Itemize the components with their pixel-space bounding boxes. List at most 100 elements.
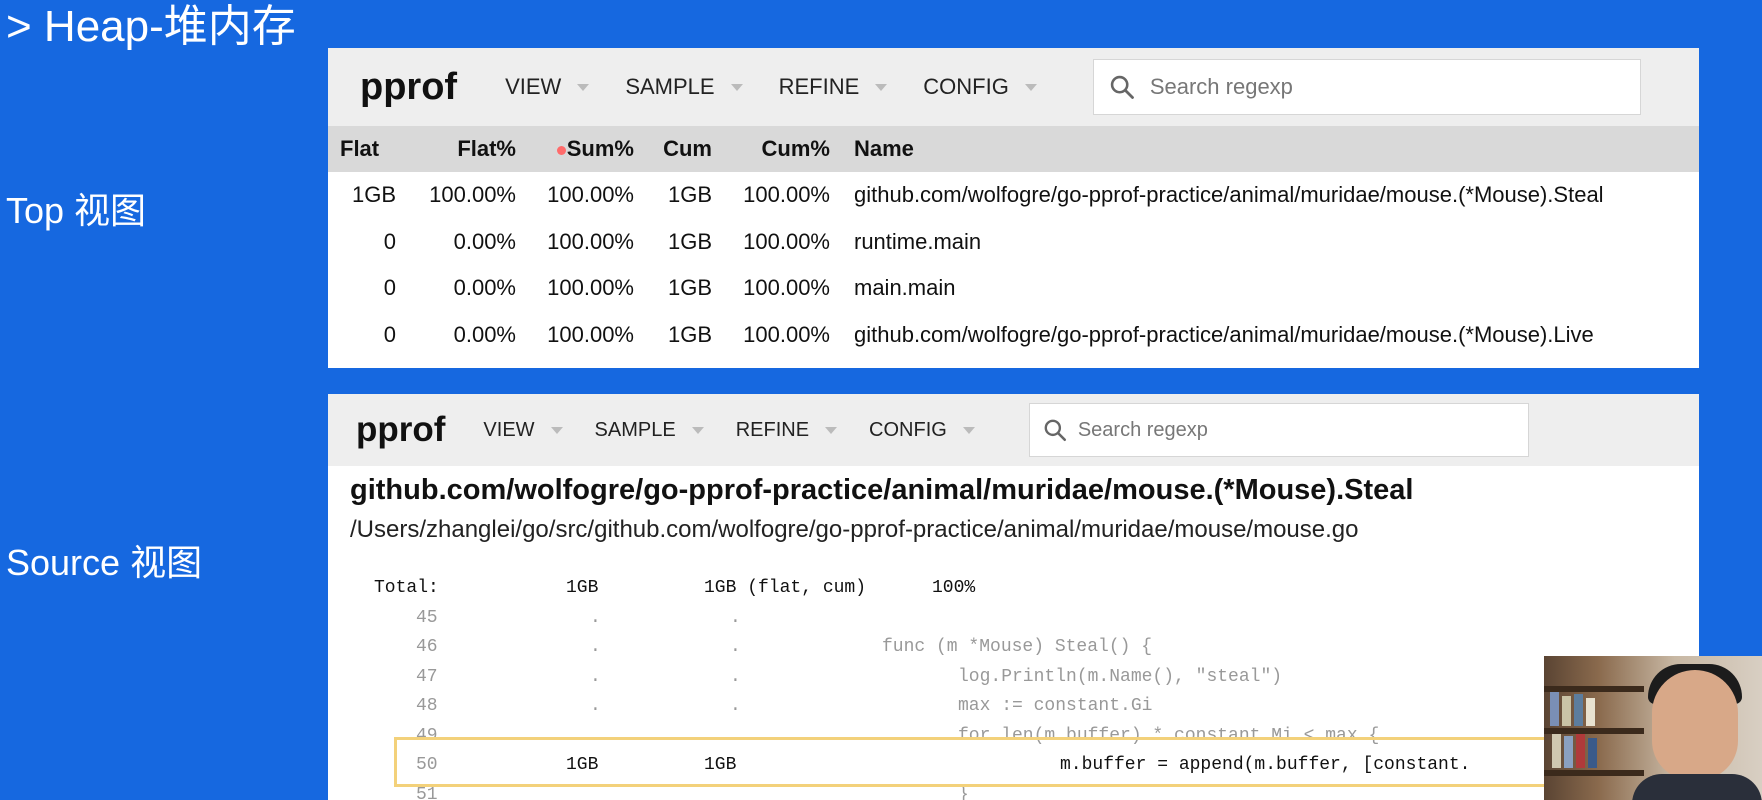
source-line: 51 } [328, 781, 1699, 800]
refine-menu[interactable]: REFINE [736, 419, 838, 442]
search-placeholder: Search regexp [1077, 418, 1208, 441]
cell-cum-pct: 100.00% [743, 228, 830, 254]
view-menu[interactable]: VIEW [483, 419, 563, 442]
cell-flat-pct: 0.00% [453, 228, 516, 254]
column-header-name[interactable]: Name [830, 126, 1699, 172]
book [1588, 738, 1597, 768]
cell-cum: 1GB [667, 182, 712, 208]
line-cum: . [730, 725, 741, 746]
book [1562, 696, 1571, 726]
chevron-down-icon [730, 83, 743, 91]
book [1564, 736, 1573, 768]
book [1574, 694, 1583, 726]
chevron-down-icon [962, 426, 975, 434]
config-menu[interactable]: CONFIG [869, 419, 975, 442]
chevron-down-icon [577, 83, 590, 91]
column-header-flat[interactable]: Flat [328, 126, 396, 172]
cell-cum-pct: 100.00% [743, 182, 830, 208]
source-line: 49 . . for len(m.buffer) * constant.Mi <… [328, 722, 1699, 752]
source-listing: Total: 1GB 1GB (flat, cum) 100% 45 . . 4… [328, 574, 1699, 800]
total-pct: 100% [932, 578, 976, 598]
cell-sum-pct: 100.00% [547, 275, 634, 301]
search-input[interactable]: Search regexp [1092, 59, 1641, 115]
refine-menu-label: REFINE [778, 74, 860, 99]
config-menu[interactable]: CONFIG [923, 74, 1037, 100]
cell-sum-pct: 100.00% [547, 228, 634, 254]
sample-menu[interactable]: SAMPLE [625, 74, 743, 100]
sample-menu-label: SAMPLE [625, 74, 715, 99]
line-number: 45 [416, 607, 438, 628]
search-input[interactable]: Search regexp [1028, 403, 1529, 457]
line-number: 51 [416, 784, 438, 800]
chevron-down-icon [550, 426, 563, 434]
pprof-logo[interactable]: pprof [356, 410, 445, 450]
pprof-toolbar: pprof VIEW SAMPLE REFINE CONFIG Search r… [328, 394, 1699, 466]
cell-cum-pct: 100.00% [743, 321, 830, 347]
cell-flat: 0 [383, 228, 396, 254]
pprof-top-panel: pprof VIEW SAMPLE REFINE CONFIG Search r… [328, 48, 1699, 368]
line-number: 47 [416, 666, 438, 687]
top-view-label: Top 视图 [6, 190, 147, 231]
column-header-cum-pct[interactable]: Cum% [712, 126, 830, 172]
cell-sum-pct: 100.00% [547, 182, 634, 208]
line-cum: . [730, 696, 741, 716]
webcam-overlay [1544, 656, 1762, 800]
table-header-row: Flat Flat% Sum% Cum Cum% Name [328, 126, 1699, 172]
cell-flat: 0 [383, 275, 396, 301]
cell-name: github.com/wolfogre/go-pprof-practice/an… [854, 321, 1594, 347]
source-line: 47 . . log.Println(m.Name(), "steal") [328, 663, 1699, 693]
table-row[interactable]: 0 0.00% 100.00% 1GB 100.00% github.com/w… [328, 312, 1699, 359]
line-flat: . [590, 607, 601, 628]
column-header-cum[interactable]: Cum [634, 126, 712, 172]
view-menu-label: VIEW [505, 74, 562, 99]
search-placeholder: Search regexp [1149, 74, 1293, 99]
bookshelf-shelf [1544, 686, 1644, 692]
line-number: 48 [416, 696, 438, 716]
bookshelf-shelf [1544, 770, 1644, 776]
line-code: for len(m.buffer) * constant.Mi < max { [958, 725, 1380, 746]
source-line-highlighted: 50 1GB 1GB m.buffer = append(m.buffer, [… [328, 751, 1699, 781]
line-cum: . [730, 637, 741, 657]
slide-title: > Heap-堆内存 [6, 2, 296, 51]
line-code: } [958, 784, 969, 800]
table-row[interactable]: 1GB 100.00% 100.00% 1GB 100.00% github.c… [328, 172, 1699, 219]
line-flat: . [590, 725, 601, 746]
refine-menu[interactable]: REFINE [779, 74, 888, 100]
line-number: 46 [416, 637, 438, 657]
cell-name: github.com/wolfogre/go-pprof-practice/an… [854, 182, 1604, 208]
column-header-flat-pct[interactable]: Flat% [396, 126, 516, 172]
chevron-down-icon [691, 426, 704, 434]
column-header-sum-pct[interactable]: Sum% [516, 126, 634, 172]
pprof-logo[interactable]: pprof [360, 66, 457, 109]
line-number: 49 [416, 725, 438, 746]
cell-flat-pct: 0.00% [453, 275, 516, 301]
book [1586, 698, 1595, 726]
table-row[interactable]: 0 0.00% 100.00% 1GB 100.00% runtime.main [328, 219, 1699, 266]
source-view-label: Source 视图 [6, 542, 203, 583]
file-path: /Users/zhanglei/go/src/github.com/wolfog… [350, 516, 1359, 543]
line-cum: 1GB [704, 755, 737, 775]
chevron-down-icon [825, 426, 838, 434]
cell-flat: 0 [383, 321, 396, 347]
cursor-dot [556, 145, 566, 155]
cell-name: runtime.main [854, 228, 982, 254]
cell-cum: 1GB [667, 275, 712, 301]
line-flat: . [590, 696, 601, 716]
cell-sum-pct: 100.00% [547, 321, 634, 347]
total-flat: 1GB [566, 578, 599, 598]
line-code: log.Println(m.Name(), "steal") [958, 666, 1283, 687]
line-flat: 1GB [566, 755, 599, 775]
sample-menu[interactable]: SAMPLE [595, 419, 704, 442]
chevron-down-icon [1024, 83, 1037, 91]
column-header-sum-pct-label: Sum% [566, 136, 634, 161]
line-cum: . [730, 666, 741, 687]
source-line: 48 . . max := constant.Gi [328, 692, 1699, 722]
chevron-down-icon [875, 83, 888, 91]
cell-flat-pct: 0.00% [453, 321, 516, 347]
book [1550, 692, 1559, 726]
config-menu-label: CONFIG [869, 418, 947, 441]
table-row[interactable]: 0 0.00% 100.00% 1GB 100.00% main.main [328, 265, 1699, 312]
view-menu[interactable]: VIEW [505, 74, 590, 100]
cell-cum-pct: 100.00% [743, 275, 830, 301]
sample-menu-label: SAMPLE [594, 418, 676, 441]
